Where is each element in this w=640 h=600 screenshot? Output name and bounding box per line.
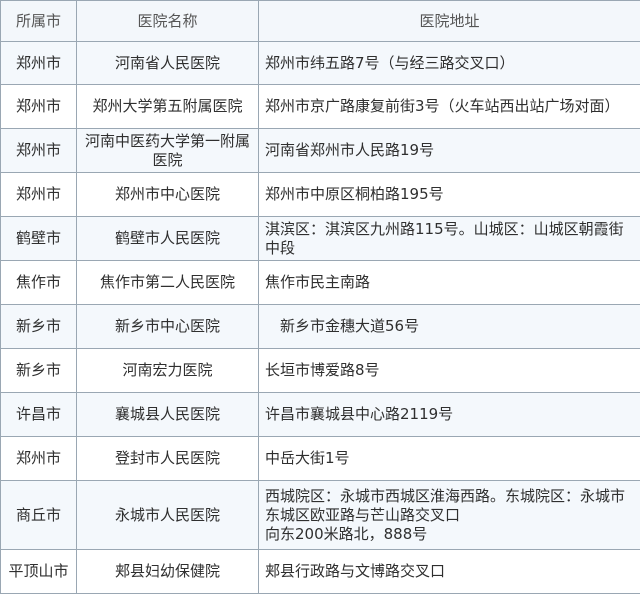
table-row: 鹤壁市 鹤壁市人民医院 淇滨区：淇滨区九州路115号。山城区：山城区朝霞街中段 — [0, 216, 640, 261]
city-cell: 新乡市 — [0, 348, 77, 393]
hospital-name-cell: 河南省人民医院 — [76, 41, 259, 85]
table-row: 商丘市 永城市人民医院 西城院区：永城市西城区淮海西路。东城院区：永城市东城区欧… — [0, 480, 640, 550]
hospital-name-cell: 登封市人民医院 — [76, 436, 259, 481]
table-row: 新乡市 新乡市中心医院 新乡市金穗大道56号 — [0, 304, 640, 349]
table-row: 平顶山市 郏县妇幼保健院 郏县行政路与文博路交叉口 — [0, 549, 640, 594]
city-cell: 平顶山市 — [0, 549, 77, 594]
table-row: 郑州市 河南省人民医院 郑州市纬五路7号（与经三路交叉口） — [0, 41, 640, 85]
table-row: 郑州市 河南中医药大学第一附属医院 河南省郑州市人民路19号 — [0, 128, 640, 173]
hospital-name-cell: 郑州市中心医院 — [76, 172, 259, 217]
hospital-address-cell: 淇滨区：淇滨区九州路115号。山城区：山城区朝霞街中段 — [258, 216, 640, 261]
hospital-address-cell: 河南省郑州市人民路19号 — [258, 128, 640, 173]
hospital-address-cell: 中岳大街1号 — [258, 436, 640, 481]
hospital-address-cell: 许昌市襄城县中心路2119号 — [258, 392, 640, 437]
city-cell: 郑州市 — [0, 84, 77, 129]
city-cell: 鹤壁市 — [0, 216, 77, 261]
table-row: 郑州市 郑州市中心医院 郑州市中原区桐柏路195号 — [0, 172, 640, 217]
header-hospital-address: 医院地址 — [258, 0, 640, 42]
city-cell: 郑州市 — [0, 436, 77, 481]
hospital-address-cell: 新乡市金穗大道56号 — [258, 304, 640, 349]
hospital-address-cell: 郑州市纬五路7号（与经三路交叉口） — [258, 41, 640, 85]
hospital-name-cell: 河南中医药大学第一附属医院 — [76, 128, 259, 173]
hospital-name-cell: 河南宏力医院 — [76, 348, 259, 393]
hospital-address-cell: 西城院区：永城市西城区淮海西路。东城院区：永城市东城区欧亚路与芒山路交叉口 向东… — [258, 480, 640, 550]
hospital-name-cell: 永城市人民医院 — [76, 480, 259, 550]
header-row: 所属市 医院名称 医院地址 — [0, 0, 640, 42]
table-row: 许昌市 襄城县人民医院 许昌市襄城县中心路2119号 — [0, 392, 640, 437]
table-row: 郑州市 登封市人民医院 中岳大街1号 — [0, 436, 640, 481]
hospital-address-cell: 郑州市京广路康复前街3号（火车站西出站广场对面） — [258, 84, 640, 129]
hospital-address-cell: 焦作市民主南路 — [258, 260, 640, 305]
city-cell: 商丘市 — [0, 480, 77, 550]
hospital-name-cell: 郏县妇幼保健院 — [76, 549, 259, 594]
table-row: 新乡市 河南宏力医院 长垣市博爱路8号 — [0, 348, 640, 393]
city-cell: 郑州市 — [0, 128, 77, 173]
city-cell: 焦作市 — [0, 260, 77, 305]
hospital-address-cell: 郏县行政路与文博路交叉口 — [258, 549, 640, 594]
header-city: 所属市 — [0, 0, 77, 42]
hospital-name-cell: 鹤壁市人民医院 — [76, 216, 259, 261]
city-cell: 许昌市 — [0, 392, 77, 437]
hospital-table: 所属市 医院名称 医院地址 郑州市 河南省人民医院 郑州市纬五路7号（与经三路交… — [0, 0, 640, 594]
hospital-name-cell: 郑州大学第五附属医院 — [76, 84, 259, 129]
header-hospital-name: 医院名称 — [76, 0, 259, 42]
hospital-name-cell: 新乡市中心医院 — [76, 304, 259, 349]
table-row: 郑州市 郑州大学第五附属医院 郑州市京广路康复前街3号（火车站西出站广场对面） — [0, 84, 640, 129]
table-row: 焦作市 焦作市第二人民医院 焦作市民主南路 — [0, 260, 640, 305]
city-cell: 郑州市 — [0, 41, 77, 85]
city-cell: 新乡市 — [0, 304, 77, 349]
hospital-address-cell: 长垣市博爱路8号 — [258, 348, 640, 393]
city-cell: 郑州市 — [0, 172, 77, 217]
hospital-name-cell: 焦作市第二人民医院 — [76, 260, 259, 305]
hospital-name-cell: 襄城县人民医院 — [76, 392, 259, 437]
hospital-address-cell: 郑州市中原区桐柏路195号 — [258, 172, 640, 217]
